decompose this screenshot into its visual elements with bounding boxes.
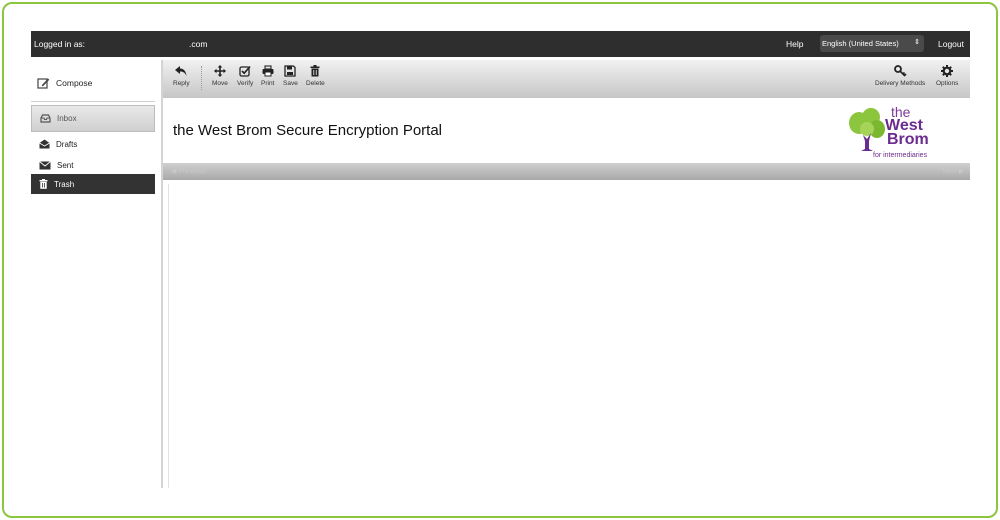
- trash-icon: [39, 179, 48, 189]
- sent-icon: [39, 160, 51, 169]
- compose-icon: [37, 78, 50, 89]
- print-label: Print: [261, 80, 275, 87]
- verify-icon: [239, 65, 251, 77]
- portal-header: the West Brom Secure Encryption Portal t…: [163, 100, 970, 162]
- gear-icon: [941, 65, 954, 77]
- save-button[interactable]: Save: [283, 65, 298, 87]
- logout-link[interactable]: Logout: [938, 39, 964, 49]
- next-button[interactable]: Next ▶: [942, 167, 964, 175]
- sidebar-item-label: Inbox: [57, 114, 77, 123]
- previous-button[interactable]: ◀ Previous: [171, 167, 206, 175]
- sidebar-item-drafts[interactable]: Drafts: [31, 134, 155, 154]
- west-brom-logo: the West Brom for intermediaries: [845, 103, 955, 161]
- delivery-methods-label: Delivery Methods: [875, 80, 926, 87]
- sidebar-item-label: Drafts: [56, 139, 78, 149]
- toolbar-divider: [201, 66, 202, 90]
- tree-logo-icon: [849, 108, 885, 151]
- key-icon: [893, 65, 907, 77]
- logged-in-label: Logged in as:: [34, 39, 86, 49]
- sidebar-divider: [31, 101, 155, 102]
- sidebar-item-sent[interactable]: Sent: [31, 155, 155, 175]
- reply-label: Reply: [173, 80, 190, 87]
- select-caret-icon: ⇕: [914, 39, 920, 46]
- print-button[interactable]: Print: [261, 65, 274, 87]
- sidebar-item-inbox[interactable]: Inbox: [31, 105, 155, 132]
- move-icon: [213, 65, 226, 77]
- user-email-suffix: .com: [189, 39, 208, 49]
- logo-text-brom: Brom: [887, 131, 929, 148]
- save-label: Save: [283, 80, 298, 87]
- sidebar-item-trash[interactable]: Trash: [31, 174, 155, 194]
- compose-label: Compose: [56, 78, 93, 88]
- move-button[interactable]: Move: [212, 65, 228, 87]
- top-bar: Logged in as: .com Help English (United …: [31, 31, 970, 57]
- sidebar-item-label: Sent: [57, 160, 74, 170]
- save-icon: [284, 65, 297, 77]
- help-link[interactable]: Help: [786, 39, 803, 49]
- delete-button[interactable]: Delete: [306, 65, 325, 87]
- next-label: Next: [942, 168, 957, 175]
- compose-button[interactable]: Compose: [37, 77, 92, 89]
- reply-button[interactable]: Reply: [173, 65, 190, 87]
- delivery-methods-button[interactable]: Delivery Methods: [875, 65, 925, 87]
- portal-title: the West Brom Secure Encryption Portal: [173, 122, 443, 139]
- content-edge: [168, 184, 169, 488]
- move-label: Move: [212, 80, 228, 87]
- options-button[interactable]: Options: [936, 65, 958, 87]
- reply-icon: [175, 66, 187, 76]
- pager-bar: ◀ Previous Next ▶: [163, 163, 970, 180]
- drafts-icon: [39, 139, 50, 149]
- language-select-value: English (United States): [822, 39, 899, 48]
- message-toolbar: Reply Move Verify Print Save Delete Deli…: [163, 60, 970, 98]
- options-label: Options: [936, 80, 959, 87]
- verify-label: Verify: [237, 80, 254, 87]
- previous-label: Previous: [178, 168, 206, 175]
- delete-label: Delete: [306, 80, 325, 87]
- inbox-icon: [40, 114, 51, 123]
- print-icon: [262, 65, 274, 77]
- verify-button[interactable]: Verify: [237, 65, 253, 87]
- redacted-email: [87, 36, 187, 52]
- logo-subtitle: for intermediaries: [873, 152, 928, 159]
- sidebar: Compose Inbox Drafts Sent Trash: [31, 60, 155, 490]
- sidebar-item-label: Trash: [54, 179, 75, 189]
- message-content-area: [168, 184, 970, 488]
- delete-icon: [310, 65, 320, 77]
- language-select[interactable]: English (United States) ⇕: [820, 35, 924, 52]
